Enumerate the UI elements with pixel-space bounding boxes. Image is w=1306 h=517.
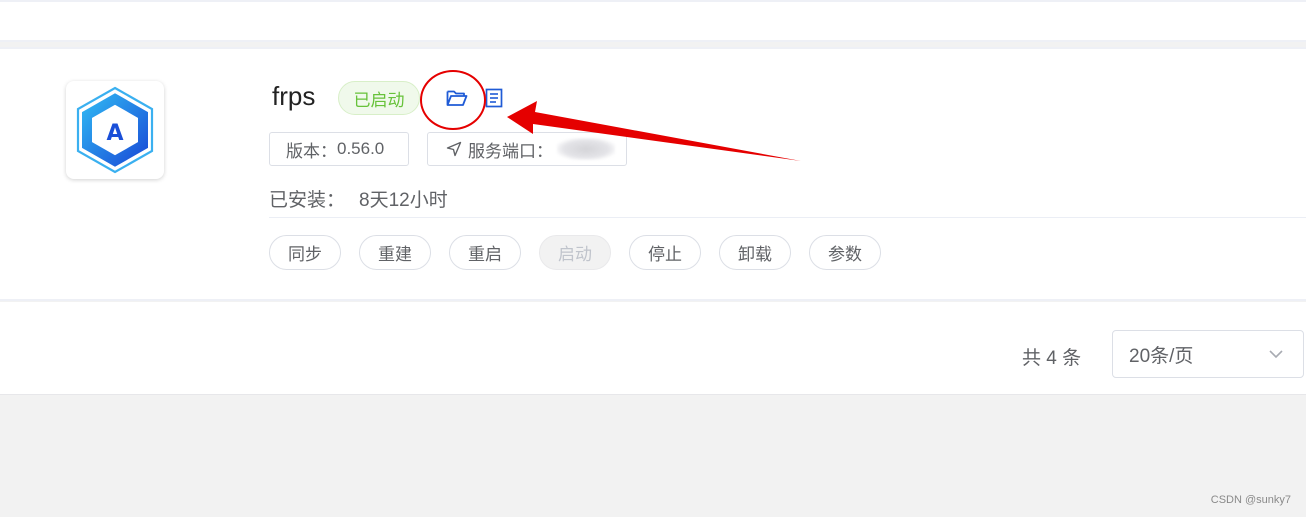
installed-duration: 已安装： 8天12小时 bbox=[269, 185, 448, 212]
rebuild-button[interactable]: 重建 bbox=[359, 235, 431, 270]
version-value: 0.56.0 bbox=[337, 139, 385, 158]
redacted-port-value bbox=[557, 138, 615, 160]
restart-button[interactable]: 重启 bbox=[449, 235, 521, 270]
hexagon-logo-icon: A bbox=[76, 86, 154, 174]
page-size-value: 20条/页 bbox=[1129, 345, 1194, 367]
pagination-bar bbox=[0, 302, 1306, 395]
divider bbox=[269, 217, 1306, 218]
status-badge: 已启动 bbox=[338, 81, 420, 115]
total-count: 共 4 条 bbox=[1022, 348, 1082, 369]
service-port-tag[interactable]: 服务端口： bbox=[427, 132, 627, 166]
chevron-down-icon bbox=[1269, 350, 1283, 359]
view-log-button[interactable] bbox=[482, 86, 506, 110]
uninstall-button[interactable]: 卸载 bbox=[719, 235, 791, 270]
installed-label: 已安装： bbox=[269, 190, 346, 211]
start-button[interactable]: 启动 bbox=[539, 235, 611, 270]
page-size-select[interactable]: 20条/页 bbox=[1112, 330, 1304, 378]
document-icon bbox=[485, 88, 503, 108]
params-button[interactable]: 参数 bbox=[809, 235, 881, 270]
previous-app-card bbox=[0, 0, 1306, 42]
app-logo: A bbox=[66, 81, 164, 179]
navigation-arrow-icon bbox=[446, 141, 462, 157]
watermark: CSDN @sunky7 bbox=[1210, 494, 1291, 506]
port-label: 服务端口： bbox=[468, 141, 553, 161]
sync-button[interactable]: 同步 bbox=[269, 235, 341, 270]
svg-text:A: A bbox=[106, 121, 123, 146]
installed-value: 8天12小时 bbox=[359, 190, 448, 211]
stop-button[interactable]: 停止 bbox=[629, 235, 701, 270]
version-label: 版本： bbox=[286, 141, 337, 161]
app-name: frps bbox=[272, 81, 316, 111]
version-tag: 版本： 0.56.0 bbox=[269, 132, 409, 166]
folder-open-icon bbox=[446, 90, 468, 106]
open-folder-button[interactable] bbox=[444, 86, 470, 110]
